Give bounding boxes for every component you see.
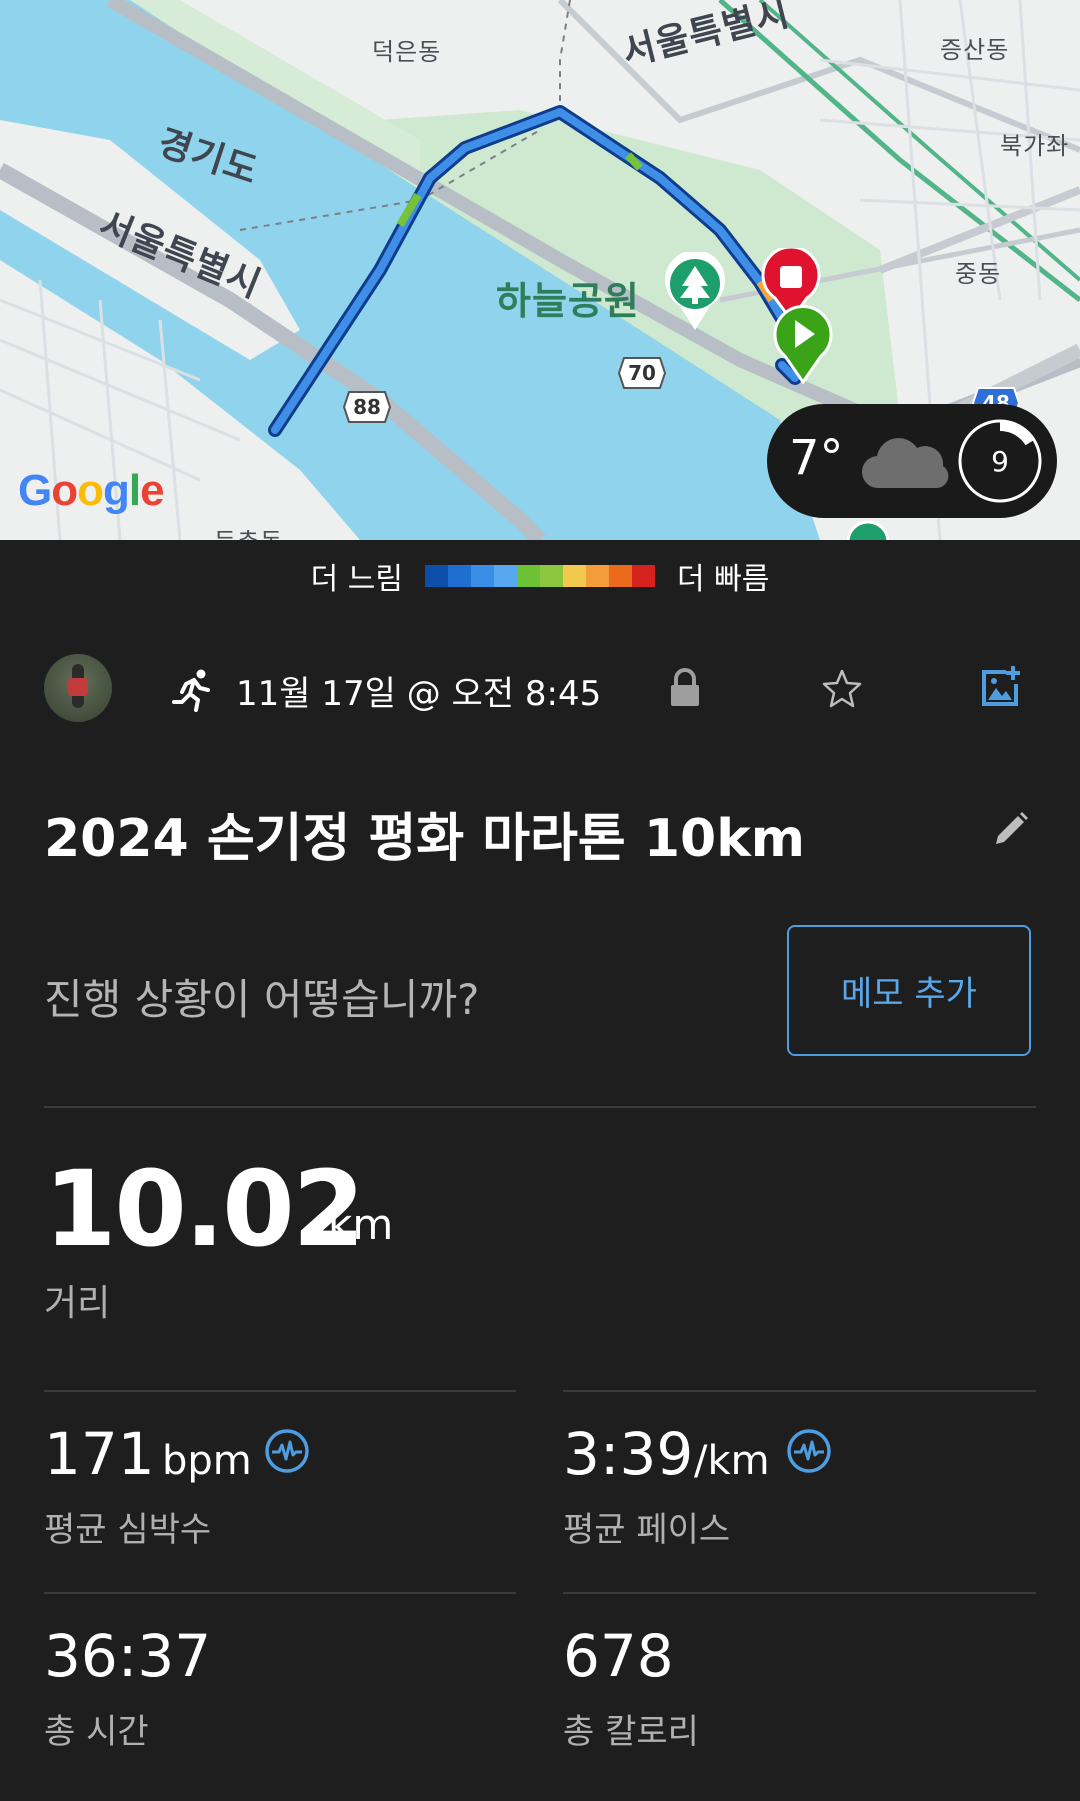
pace-legend: 더 느림 더 빠름 — [0, 540, 1080, 612]
total-time-label: 총 시간 — [44, 1712, 149, 1752]
distance-unit: km — [328, 1200, 394, 1249]
activity-date: 11월 17일 @ 오전 8:45 — [236, 674, 602, 714]
total-time-value: 36:37 — [44, 1622, 212, 1690]
divider — [44, 1390, 516, 1392]
map-label-bottom: 등촌동 — [214, 522, 283, 540]
google-logo-e: e — [140, 466, 165, 515]
activity-meta-row: 11월 17일 @ 오전 8:45 — [0, 650, 1080, 726]
map-label-jungdong: 중동 — [955, 260, 1002, 288]
pace-color-swatch — [494, 565, 517, 587]
legend-slower-label: 더 느림 — [310, 562, 403, 597]
heart-rate-monitor-icon[interactable] — [264, 1428, 310, 1474]
avg-pace-unit: /km — [694, 1438, 770, 1484]
calories-label: 총 칼로리 — [563, 1712, 699, 1752]
map-label-bukgajwa: 북가좌 — [1000, 132, 1070, 160]
calories-value: 678 — [563, 1622, 674, 1690]
avg-pace-label: 평균 페이스 — [563, 1510, 731, 1550]
pace-color-swatch — [586, 565, 609, 587]
pace-color-swatch — [632, 565, 655, 587]
google-logo-g2: g — [103, 466, 130, 515]
route-map[interactable]: 덕은동 서울특별시 증산동 북가좌 경기도 서울특별시 중동 하늘공원 등촌동 … — [0, 0, 1080, 540]
wind-gauge-value: 9 — [991, 444, 1009, 478]
avatar[interactable] — [44, 654, 112, 722]
pace-color-swatch — [471, 565, 494, 587]
pace-color-scale — [425, 565, 655, 587]
route-shield-70-label: 70 — [628, 361, 656, 385]
google-logo-o2: o — [77, 466, 104, 515]
pace-color-swatch — [517, 565, 540, 587]
cloud-icon — [861, 438, 949, 489]
divider — [44, 1106, 1036, 1108]
add-memo-button[interactable]: 메모 추가 — [787, 925, 1031, 1056]
google-logo: Google — [18, 466, 165, 516]
map-label-deokeun: 덕은동 — [372, 38, 442, 66]
avg-heart-rate-unit: bpm — [162, 1438, 252, 1484]
start-marker-icon[interactable] — [772, 304, 834, 384]
star-icon[interactable] — [822, 668, 862, 708]
divider — [563, 1390, 1036, 1392]
google-logo-l: l — [128, 466, 141, 515]
weather-temperature: 7° — [789, 430, 844, 486]
route-shield-88-label: 88 — [353, 395, 381, 419]
avg-pace-value: 3:39 — [563, 1420, 694, 1488]
weather-badge[interactable]: 7° 9 — [767, 404, 1057, 518]
progress-prompt: 진행 상황이 어떻습니까? — [44, 975, 480, 1024]
pace-color-swatch — [563, 565, 586, 587]
lock-icon[interactable] — [668, 668, 702, 708]
avg-heart-rate-value: 171 — [44, 1420, 155, 1488]
add-photo-icon[interactable] — [980, 666, 1022, 708]
map-label-jeungsan: 증산동 — [940, 36, 1010, 64]
google-logo-o1: o — [51, 466, 78, 515]
divider — [44, 1592, 516, 1594]
edit-pencil-icon[interactable] — [990, 810, 1030, 850]
legend-faster-label: 더 빠름 — [677, 562, 770, 597]
distance-label: 거리 — [44, 1283, 111, 1324]
divider — [563, 1592, 1036, 1594]
park-marker-partial-icon — [846, 520, 890, 540]
park-marker-icon[interactable] — [662, 252, 728, 332]
pace-color-swatch — [540, 565, 563, 587]
avg-heart-rate-label: 평균 심박수 — [44, 1510, 212, 1550]
distance-value: 10.02 — [44, 1148, 365, 1270]
pace-monitor-icon[interactable] — [786, 1428, 832, 1474]
pace-color-swatch — [425, 565, 448, 587]
activity-title: 2024 손기정 평화 마라톤 10km — [44, 809, 805, 869]
google-logo-g: G — [18, 466, 52, 515]
running-icon — [172, 669, 210, 712]
pace-color-swatch — [448, 565, 471, 587]
route-shield-88: 88 — [342, 390, 392, 424]
map-label-park: 하늘공원 — [496, 279, 640, 323]
route-shield-70: 70 — [617, 356, 667, 390]
pace-color-swatch — [609, 565, 632, 587]
